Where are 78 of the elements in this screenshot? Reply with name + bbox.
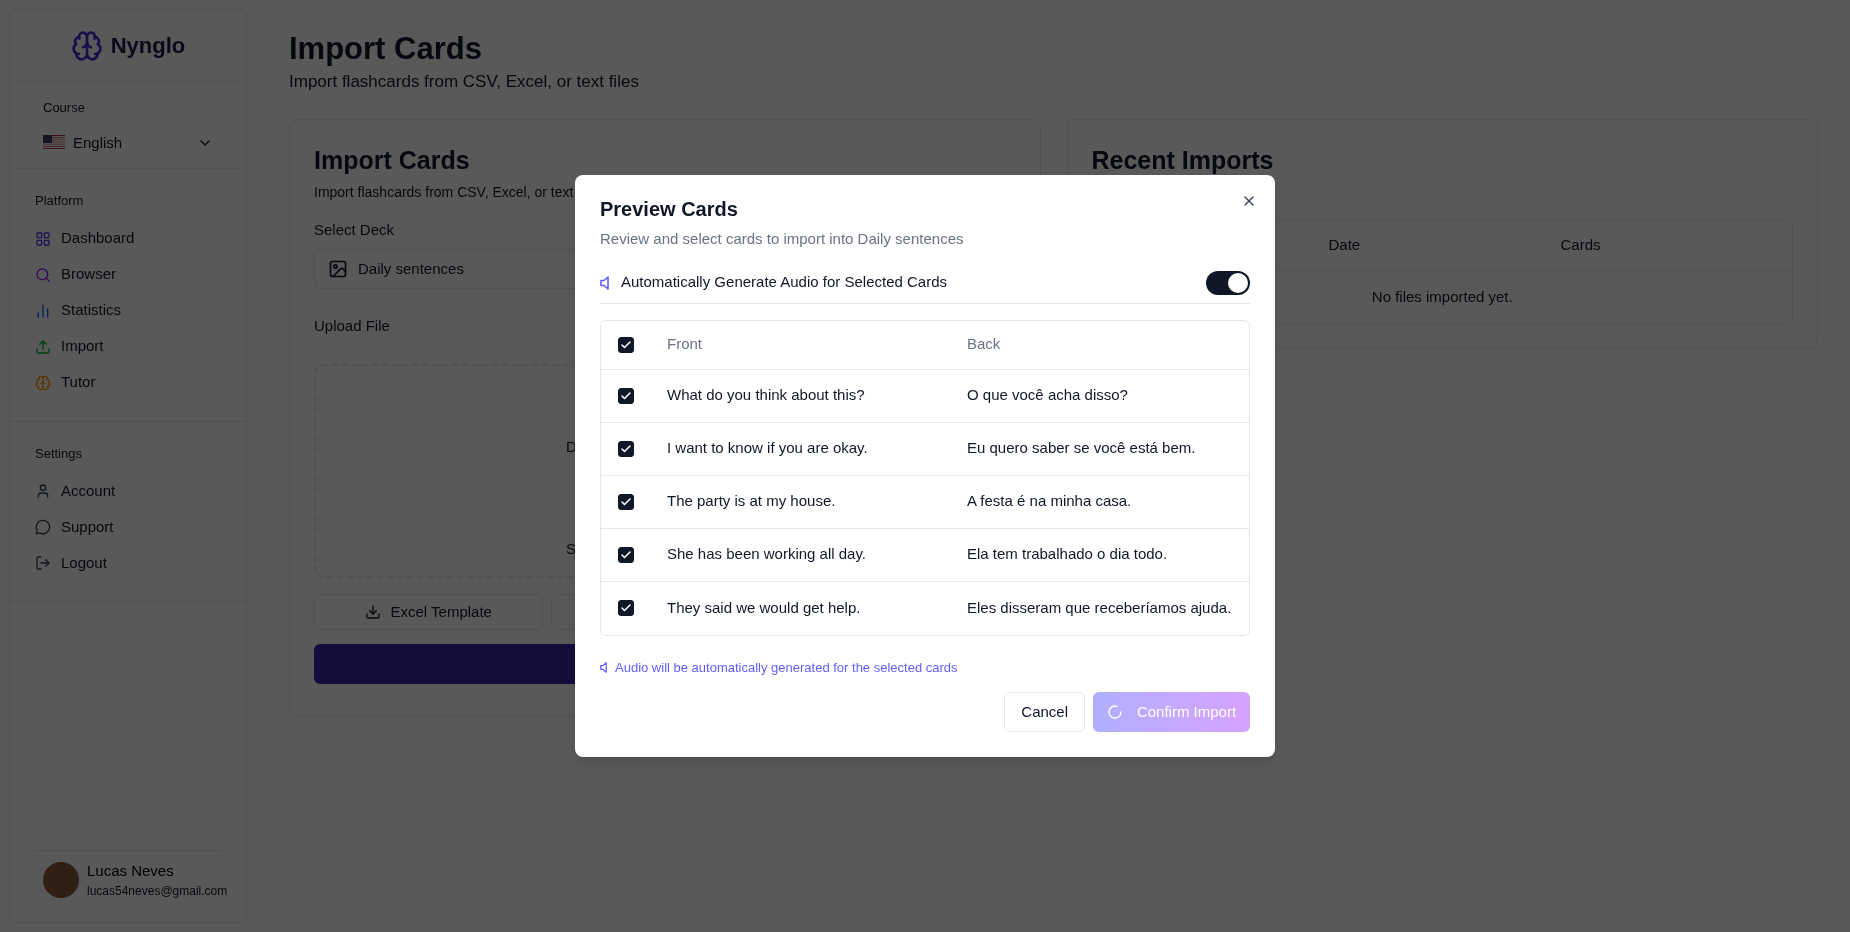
audio-note: Audio will be automatically generated for the selected cards bbox=[615, 658, 958, 677]
audio-toggle[interactable] bbox=[1206, 270, 1250, 295]
table-cell-text: A festa é na minha casa. bbox=[967, 491, 1132, 512]
table-cell-text: O que você acha disso? bbox=[967, 385, 1128, 406]
speaker-icon bbox=[600, 661, 607, 673]
image-icon bbox=[328, 259, 348, 280]
dialog-description: Review and select cards to import into Daily sentences bbox=[600, 229, 964, 249]
toggle-label: Automatically Generate Audio for Selected Cards bbox=[621, 272, 948, 293]
table-cell-text: They said we would get help. bbox=[667, 597, 861, 618]
column-header: Date bbox=[1328, 235, 1361, 255]
empty-message: No files imported yet. bbox=[1371, 286, 1513, 307]
field-label: Upload File bbox=[314, 316, 390, 337]
page-subtitle: Import flashcards from CSV, Excel, or text files bbox=[289, 70, 640, 93]
table-cell-text: What do you think about this? bbox=[667, 385, 865, 406]
table-cell-text: Eles disseram que receberíamos ajuda. bbox=[967, 597, 1232, 618]
nav-item[interactable]: Tutor bbox=[35, 364, 221, 401]
check-icon bbox=[620, 442, 632, 455]
check-icon bbox=[620, 602, 632, 614]
check-icon bbox=[620, 495, 632, 508]
dialog-title: Preview Cards bbox=[600, 197, 738, 222]
user-name: Lucas Neves bbox=[87, 860, 175, 881]
dropzone-text: S bbox=[566, 539, 576, 560]
nav-item[interactable]: Account bbox=[35, 473, 221, 509]
bar-chart-icon bbox=[35, 302, 51, 319]
table-row[interactable]: I want to know if you are okay. Eu quero saber se você está bem. bbox=[601, 422, 1249, 476]
section-label: Course bbox=[42, 99, 86, 117]
checkbox[interactable] bbox=[618, 440, 634, 457]
nav-item[interactable]: Logout bbox=[35, 545, 221, 581]
nav-item[interactable]: Support bbox=[35, 509, 221, 545]
checkbox[interactable] bbox=[618, 336, 634, 353]
table-cell-text: I want to know if you are okay. bbox=[667, 438, 868, 459]
logout-icon bbox=[35, 555, 51, 571]
column-header: Front bbox=[667, 334, 702, 355]
card-title: Recent Imports bbox=[1091, 145, 1275, 177]
template-download-button[interactable]: Excel Template bbox=[314, 593, 543, 630]
chat-bubble-icon bbox=[35, 519, 51, 535]
nav-item[interactable]: Browser bbox=[35, 256, 221, 293]
brain-logo-icon bbox=[70, 29, 103, 62]
card-subtitle: Import flashcards from CSV, Excel, or text bbox=[314, 182, 574, 202]
brain-icon bbox=[35, 374, 51, 391]
user-email: lucas54neves@gmail.com bbox=[87, 883, 228, 900]
course-select[interactable]: English bbox=[34, 131, 222, 154]
nav-item[interactable]: Import bbox=[35, 328, 221, 365]
download-icon bbox=[364, 603, 381, 620]
checkbox[interactable] bbox=[618, 493, 634, 510]
table-row[interactable]: The party is at my house. A festa é na minha casa. bbox=[601, 475, 1249, 529]
column-header: Cards bbox=[1560, 235, 1601, 255]
table-cell-text: She has been working all day. bbox=[667, 544, 866, 565]
field-label: Select Deck bbox=[314, 219, 395, 240]
section-label: Settings bbox=[35, 444, 83, 463]
cancel-button[interactable]: Cancel bbox=[1004, 692, 1085, 732]
nav-item[interactable]: Statistics bbox=[35, 292, 221, 329]
table-cell-text: Ela tem trabalhado o dia todo. bbox=[967, 544, 1168, 565]
table-cell-text: The party is at my house. bbox=[667, 491, 836, 512]
card-title: Import Cards bbox=[314, 145, 471, 177]
table-row[interactable]: What do you think about this? O que você acha disso? bbox=[601, 369, 1249, 423]
checkbox[interactable] bbox=[618, 600, 634, 616]
column-header: Back bbox=[967, 334, 1001, 355]
check-icon bbox=[620, 389, 632, 402]
user-icon bbox=[35, 483, 51, 499]
table-cell-text: Eu quero saber se você está bem. bbox=[967, 438, 1196, 459]
avatar bbox=[43, 861, 79, 898]
table-row[interactable]: They said we would get help. Eles disseram que receberíamos ajuda. bbox=[601, 581, 1249, 635]
search-icon bbox=[35, 266, 51, 283]
checkbox[interactable] bbox=[618, 387, 634, 404]
check-icon bbox=[620, 548, 632, 561]
checkbox[interactable] bbox=[618, 546, 634, 563]
page-title: Import Cards bbox=[289, 30, 483, 68]
section-label: Platform bbox=[35, 192, 85, 210]
spinner-icon bbox=[1106, 704, 1123, 720]
flag-icon bbox=[43, 135, 65, 151]
check-icon bbox=[620, 338, 632, 351]
upload-icon bbox=[35, 338, 51, 355]
speaker-icon bbox=[600, 275, 609, 290]
brand-name: Nynglo bbox=[110, 32, 186, 60]
grid-icon bbox=[35, 230, 51, 247]
nav-item[interactable]: Dashboard bbox=[35, 220, 221, 257]
table-row[interactable]: She has been working all day. Ela tem trabalhado o dia todo. bbox=[601, 528, 1249, 582]
